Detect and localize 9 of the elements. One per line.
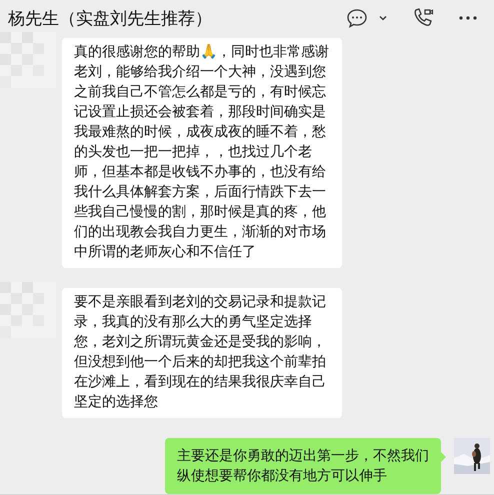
message-bubble: 要不是亲眼看到老刘的交易记录和提款记录，我真的没有那么大的勇气坚定选择您，老刘之所谓玩黄金还是受我的影响，但没想到他一个后来的却把我这个前辈拍在沙滩上，看到现在的结果我很庆幸自己坚定的选择您	[62, 288, 342, 418]
chat-title: 杨先生（实盘刘先生推荐）	[8, 8, 212, 30]
message-bubble: 主要还是你勇敢的迈出第一步，不然我们纵使想要帮你都没有地方可以伸手	[165, 438, 441, 494]
more-icon[interactable]	[458, 15, 478, 21]
chat-bubble-icon[interactable]	[346, 8, 368, 28]
message-bubble: 真的很感谢您的帮助🙏，同时也非常感谢老刘，能够给我介绍一个大神，没遇到您之前我自己不管怎么都是亏的，有时候忘记设置止损还会被套着，那段时间确实是我最难熬的时候，成夜成夜的睡不着，愁的头发也一把一把掉，，也找过几个老师，但基本都是收钱不办事的，也没有给我什么具体解套方案，后面行情跌下去一些我自己慢慢的割，那时候是真的疼，他们的出现教会我自力更生，渐渐的对市场中所谓的老师灰心和不信任了	[62, 38, 342, 268]
phone-video-icon[interactable]	[412, 7, 434, 29]
bubble-tail	[441, 452, 446, 462]
chevron-down-icon[interactable]	[378, 14, 388, 22]
